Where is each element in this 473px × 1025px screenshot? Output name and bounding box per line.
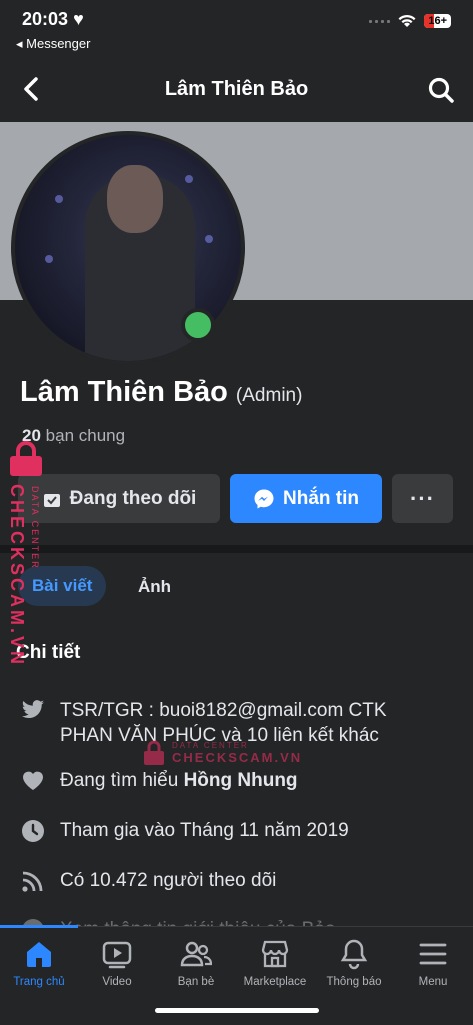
following-icon <box>43 493 60 507</box>
menu-icon <box>419 943 447 965</box>
relationship-prefix: Đang tìm hiểu <box>60 770 184 791</box>
back-to-app-link[interactable]: ◂ Messenger <box>16 36 90 52</box>
nav-video-label: Video <box>102 976 132 988</box>
clock-icon <box>22 820 44 842</box>
profile-name: Lâm Thiên Bảo (Admin) <box>20 376 303 408</box>
active-tab-indicator <box>0 925 78 928</box>
profile-role: (Admin) <box>235 385 303 406</box>
search-icon[interactable] <box>427 76 455 104</box>
nav-friends[interactable]: Bạn bè <box>157 938 235 988</box>
messenger-icon <box>254 489 274 508</box>
following-button[interactable]: Đang theo dõi <box>18 474 220 523</box>
battery-icon: 16+ <box>424 14 451 28</box>
ellipsis-icon: ··· <box>410 485 435 511</box>
more-options-button[interactable]: ··· <box>392 474 453 523</box>
twitter-icon <box>21 700 44 718</box>
nav-marketplace-label: Marketplace <box>243 976 307 988</box>
bell-icon <box>340 939 368 970</box>
nav-home[interactable]: Trang chủ <box>0 938 78 988</box>
signal-icon <box>369 19 391 23</box>
status-time: 20:03 ♥ <box>22 9 84 29</box>
section-divider <box>0 545 473 553</box>
followers-text: Có 10.472 người theo dõi <box>60 870 277 891</box>
video-icon <box>102 941 132 969</box>
message-button[interactable]: Nhắn tin <box>230 474 382 523</box>
marketplace-icon <box>261 940 289 968</box>
nav-notifications[interactable]: Thông báo <box>315 938 393 988</box>
relationship-partner[interactable]: Hồng Nhung <box>184 770 298 791</box>
detail-joined: Tham gia vào Tháng 11 năm 2019 <box>20 818 440 843</box>
center-watermark: DATA CENTER CHECKSCAM.VN <box>142 740 302 766</box>
nav-marketplace[interactable]: Marketplace <box>236 938 314 988</box>
watermark-subtext: DATA CENTER <box>30 486 40 570</box>
joined-text: Tham gia vào Tháng 11 năm 2019 <box>60 820 349 841</box>
tab-photos[interactable]: Ảnh <box>138 577 171 597</box>
online-status-indicator <box>181 308 215 342</box>
home-indicator[interactable] <box>155 1008 319 1013</box>
nav-video[interactable]: Video <box>78 938 156 988</box>
nav-home-label: Trang chủ <box>13 976 65 988</box>
rss-icon <box>22 871 43 892</box>
detail-relationship[interactable]: Đang tìm hiểu Hồng Nhung <box>20 768 440 793</box>
status-indicators: 16+ <box>369 14 451 28</box>
friends-icon <box>180 941 212 967</box>
center-watermark-main: CHECKSCAM.VN <box>172 750 303 765</box>
nav-notifications-label: Thông báo <box>326 976 382 988</box>
heart-icon <box>23 771 43 790</box>
center-watermark-sub: DATA CENTER <box>172 741 249 750</box>
detail-followers[interactable]: Có 10.472 người theo dõi <box>20 868 440 893</box>
tab-posts[interactable]: Bài viết <box>18 566 107 606</box>
home-icon <box>27 942 51 967</box>
nav-friends-label: Bạn bè <box>177 976 215 988</box>
watermark-text: CHECKSCAM.VN <box>7 484 27 668</box>
nav-menu[interactable]: Menu <box>394 938 472 988</box>
lock-watermark-icon <box>144 740 164 765</box>
wifi-icon <box>398 14 416 27</box>
page-title: Lâm Thiên Bảo <box>164 78 309 100</box>
lock-watermark-icon <box>10 441 42 476</box>
back-app-label: Messenger <box>26 36 91 51</box>
nav-menu-label: Menu <box>418 976 448 988</box>
heart-status-icon: ♥ <box>73 9 84 29</box>
